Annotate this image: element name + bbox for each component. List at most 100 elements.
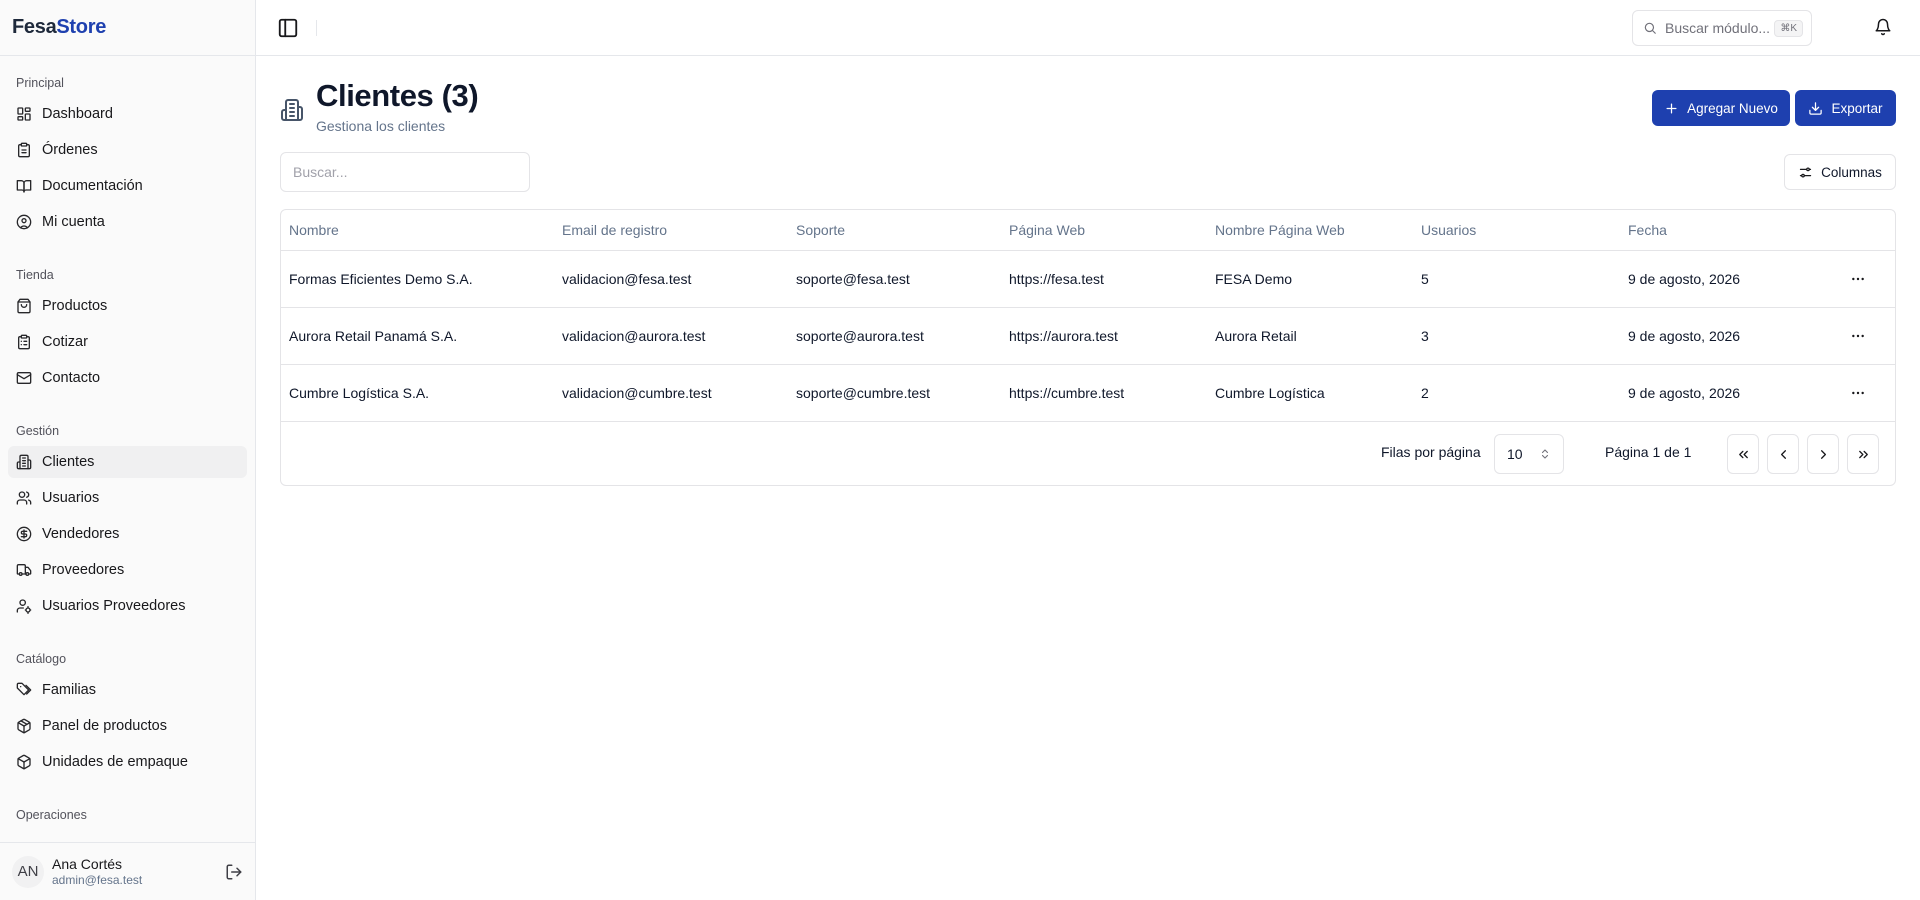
rows-per-page-select[interactable]: 10 bbox=[1494, 434, 1564, 474]
page-subtitle: Gestiona los clientes bbox=[316, 118, 446, 134]
sidebar-item-label: Dashboard bbox=[42, 106, 113, 122]
search-icon bbox=[1643, 21, 1657, 35]
user-email: admin@fesa.test bbox=[52, 872, 143, 887]
actions-column-header bbox=[1827, 210, 1895, 251]
clipboard-icon bbox=[16, 142, 32, 158]
table-cell: 3 bbox=[1413, 307, 1620, 365]
table-cell: 9 de agosto, 2026 bbox=[1620, 307, 1827, 365]
table-cell: Cumbre Logística S.A. bbox=[281, 364, 554, 422]
user-cog-icon bbox=[16, 598, 32, 614]
sidebar-item-dashboard[interactable]: Dashboard bbox=[8, 98, 247, 130]
sidebar-item-mi-cuenta[interactable]: Mi cuenta bbox=[8, 206, 247, 238]
table-cell: Aurora Retail bbox=[1207, 307, 1413, 365]
module-search[interactable]: Buscar módulo... ⌘K bbox=[1632, 10, 1812, 46]
sidebar-item-label: Órdenes bbox=[42, 142, 98, 158]
table-cell: 9 de agosto, 2026 bbox=[1620, 250, 1827, 308]
module-search-placeholder: Buscar módulo... bbox=[1665, 20, 1771, 36]
table-cell: https://fesa.test bbox=[1001, 250, 1207, 308]
table-cell: 5 bbox=[1413, 250, 1620, 308]
layout-grid-icon bbox=[16, 106, 32, 122]
sidebar-group-label: Tienda bbox=[16, 268, 54, 282]
table-cell: 2 bbox=[1413, 364, 1620, 422]
column-header: Nombre Página Web bbox=[1207, 210, 1413, 251]
sidebar-item-productos[interactable]: Productos bbox=[8, 290, 247, 322]
table-cell: Cumbre Logística bbox=[1207, 364, 1413, 422]
sidebar-item-usuarios-proveedores[interactable]: Usuarios Proveedores bbox=[8, 590, 247, 622]
table-row[interactable]: Aurora Retail Panamá S.A. validacion@auro… bbox=[281, 307, 1895, 365]
truck-icon bbox=[16, 562, 32, 578]
sidebar-item-ordenes[interactable]: Órdenes bbox=[8, 134, 247, 166]
chevron-left-icon bbox=[1776, 447, 1791, 462]
column-header: Fecha bbox=[1620, 210, 1827, 251]
sidebar-group-label: Gestión bbox=[16, 424, 60, 438]
sidebar-item-unidades-de-empaque[interactable]: Unidades de empaque bbox=[8, 746, 247, 778]
column-header: Nombre bbox=[281, 210, 554, 251]
row-actions-button[interactable] bbox=[1843, 264, 1873, 294]
sidebar-item-familias[interactable]: Familias bbox=[8, 674, 247, 706]
page-info: Página 1 de 1 bbox=[1605, 444, 1692, 460]
row-actions-button[interactable] bbox=[1843, 321, 1873, 351]
download-icon bbox=[1808, 101, 1823, 116]
topbar: Buscar módulo... ⌘K bbox=[256, 0, 1920, 56]
table-cell: validacion@aurora.test bbox=[554, 307, 788, 365]
chevron-right-icon bbox=[1816, 447, 1831, 462]
user-circle-icon bbox=[16, 214, 32, 230]
sidebar-item-documentacion[interactable]: Documentación bbox=[8, 170, 247, 202]
box-icon bbox=[16, 718, 32, 734]
clients-table: Nombre Email de registro Soporte Página Web… bbox=[280, 209, 1896, 486]
rows-per-page-value: 10 bbox=[1507, 446, 1523, 462]
sidebar-item-proveedores[interactable]: Proveedores bbox=[8, 554, 247, 586]
add-new-button[interactable]: Agregar Nuevo bbox=[1652, 90, 1790, 126]
table-cell: 9 de agosto, 2026 bbox=[1620, 364, 1827, 422]
sidebar-group-label: Operaciones bbox=[16, 808, 87, 822]
brand-name-part2: Store bbox=[56, 16, 107, 38]
column-header: Soporte bbox=[788, 210, 1001, 251]
sidebar-item-cotizar[interactable]: Cotizar bbox=[8, 326, 247, 358]
sidebar-item-clientes[interactable]: Clientes bbox=[8, 446, 247, 478]
sidebar-item-label: Contacto bbox=[42, 370, 101, 386]
users-icon bbox=[16, 490, 32, 506]
tags-icon bbox=[16, 682, 32, 698]
columns-button[interactable]: Columnas bbox=[1784, 154, 1896, 190]
sidebar-item-usuarios[interactable]: Usuarios bbox=[8, 482, 247, 514]
export-label: Exportar bbox=[1831, 100, 1883, 116]
more-horizontal-icon bbox=[1850, 271, 1866, 287]
brand-logo[interactable]: Fesa Store bbox=[0, 0, 255, 56]
next-page-button[interactable] bbox=[1807, 434, 1839, 474]
previous-page-button[interactable] bbox=[1767, 434, 1799, 474]
table-row[interactable]: Cumbre Logística S.A. validacion@cumbre.t… bbox=[281, 364, 1895, 422]
sidebar-item-contacto[interactable]: Contacto bbox=[8, 362, 247, 394]
first-page-button[interactable] bbox=[1727, 434, 1759, 474]
table-cell: Formas Eficientes Demo S.A. bbox=[281, 250, 554, 308]
logout-icon[interactable] bbox=[225, 863, 243, 881]
search-input[interactable] bbox=[280, 152, 530, 192]
bell-icon bbox=[1874, 18, 1894, 36]
sidebar-item-label: Productos bbox=[42, 298, 108, 314]
add-new-label: Agregar Nuevo bbox=[1687, 100, 1778, 116]
sidebar: Fesa Store Principal Dashboard Órdenes Docum… bbox=[0, 0, 256, 900]
sidebar-item-label: Mi cuenta bbox=[42, 214, 105, 230]
table-cell: https://cumbre.test bbox=[1001, 364, 1207, 422]
notifications-button[interactable] bbox=[1874, 18, 1894, 38]
table-cell: soporte@fesa.test bbox=[788, 250, 1001, 308]
table-cell: Aurora Retail Panamá S.A. bbox=[281, 307, 554, 365]
user-profile[interactable]: AN Ana Cortés admin@fesa.test bbox=[0, 842, 255, 900]
sidebar-item-label: Usuarios Proveedores bbox=[42, 598, 186, 614]
table-cell: soporte@aurora.test bbox=[788, 307, 1001, 365]
row-actions-button[interactable] bbox=[1843, 378, 1873, 408]
columns-label: Columnas bbox=[1821, 164, 1882, 180]
sidebar-item-panel-de-productos[interactable]: Panel de productos bbox=[8, 710, 247, 742]
export-button[interactable]: Exportar bbox=[1795, 90, 1896, 126]
page-title: Clientes (3) bbox=[316, 78, 479, 113]
table-cell-actions bbox=[1827, 307, 1895, 365]
sidebar-toggle-button[interactable] bbox=[276, 16, 300, 40]
sidebar-item-vendedores[interactable]: Vendedores bbox=[8, 518, 247, 550]
table-cell-actions bbox=[1827, 364, 1895, 422]
last-page-button[interactable] bbox=[1847, 434, 1879, 474]
table-row[interactable]: Formas Eficientes Demo S.A. validacion@fe… bbox=[281, 250, 1895, 308]
building-icon bbox=[16, 454, 32, 470]
sidebar-group-label: Catálogo bbox=[16, 652, 67, 666]
more-horizontal-icon bbox=[1850, 385, 1866, 401]
sidebar-group-label: Principal bbox=[16, 76, 64, 90]
user-name: Ana Cortés bbox=[52, 855, 123, 872]
